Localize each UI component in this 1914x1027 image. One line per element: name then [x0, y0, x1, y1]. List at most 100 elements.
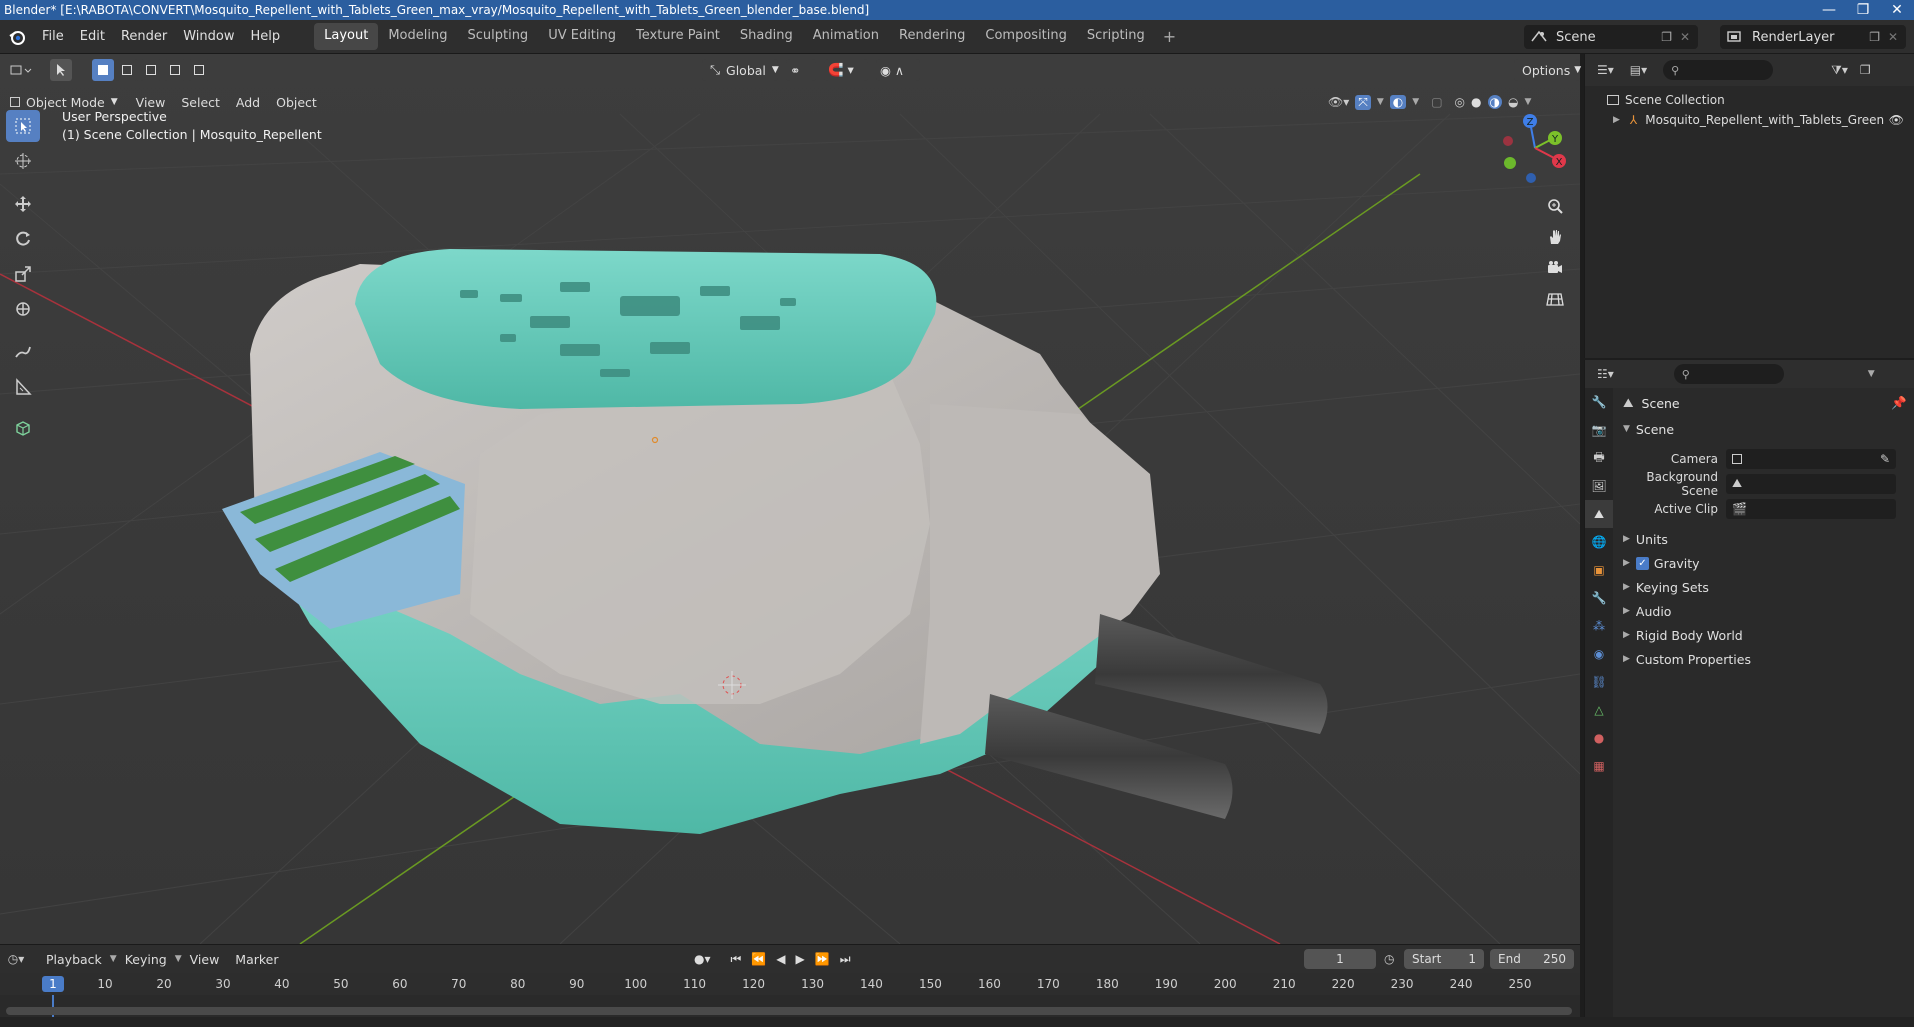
shading-chevron-icon[interactable]: ▼	[1524, 97, 1531, 107]
measure-tool-icon[interactable]	[6, 371, 40, 403]
close-button[interactable]: ✕	[1880, 0, 1914, 20]
snap-toggle[interactable]: 🧲 ▾	[824, 59, 868, 81]
units-panel-header[interactable]: ▶ Units	[1615, 527, 1914, 551]
tab-shading[interactable]: Shading	[730, 23, 803, 50]
particles-tab-icon[interactable]: ⁂	[1585, 612, 1613, 640]
scale-tool-icon[interactable]	[6, 258, 40, 290]
constraints-tab-icon[interactable]: ⛓	[1585, 668, 1613, 696]
texture-tab-icon[interactable]: ▦	[1585, 752, 1613, 780]
custom-properties-panel-header[interactable]: ▶ Custom Properties	[1615, 647, 1914, 671]
outliner-scene-collection[interactable]: Scene Collection	[1585, 90, 1914, 110]
move-tool-icon[interactable]	[6, 188, 40, 220]
outliner-item[interactable]: ▶ ⅄ Mosquito_Repellent_with_Tablets_Gree…	[1585, 110, 1914, 130]
display-mode-icon[interactable]: ▤▾	[1630, 63, 1647, 77]
scene-selector[interactable]: Scene ❐ ✕	[1524, 25, 1698, 49]
select-invert-icon[interactable]	[164, 59, 186, 81]
modifier-tab-icon[interactable]: 🔧	[1585, 584, 1613, 612]
tool-tab-icon[interactable]: 🔧	[1585, 388, 1613, 416]
camera-field[interactable]: ✎	[1726, 448, 1896, 469]
play-icon[interactable]: ▶	[796, 952, 805, 966]
eye-icon[interactable]: 👁	[1889, 113, 1904, 127]
view-layer-tab-icon[interactable]: 🖼	[1585, 472, 1613, 500]
delete-render-layer-icon[interactable]: ✕	[1888, 30, 1898, 44]
world-tab-icon[interactable]: 🌐	[1585, 528, 1613, 556]
tl-menu-playback[interactable]: Playback	[38, 952, 110, 967]
add-workspace-button[interactable]: +	[1155, 23, 1184, 50]
new-render-layer-icon[interactable]: ❐	[1869, 30, 1880, 44]
properties-editor-type-icon[interactable]: ☷▾	[1597, 367, 1614, 381]
output-tab-icon[interactable]: 🖶	[1585, 444, 1613, 472]
zoom-icon[interactable]	[1541, 192, 1569, 220]
timeline-scrollbar[interactable]	[6, 1007, 1572, 1015]
transform-tool-icon[interactable]	[6, 293, 40, 325]
visibility-icon[interactable]: 👁▾	[1328, 95, 1349, 109]
tab-animation[interactable]: Animation	[803, 23, 889, 50]
chevron-down-icon[interactable]: ▼	[1868, 369, 1875, 379]
wireframe-shading-icon[interactable]: ◎	[1455, 95, 1465, 109]
menu-edit[interactable]: Edit	[72, 29, 113, 44]
delete-scene-icon[interactable]: ✕	[1680, 30, 1690, 44]
gravity-checkbox[interactable]: ✓	[1635, 556, 1649, 570]
select-tool-icon[interactable]	[50, 59, 72, 81]
rendered-shading-icon[interactable]: ◒	[1508, 95, 1518, 109]
solid-shading-icon[interactable]: ●	[1471, 95, 1481, 109]
end-frame-field[interactable]: End 250	[1490, 949, 1574, 969]
current-frame-marker[interactable]: 1	[42, 976, 64, 992]
add-cube-tool-icon[interactable]	[6, 412, 40, 444]
navigation-gizmo[interactable]: Z Y X	[1490, 108, 1580, 198]
record-icon[interactable]: ●▾	[694, 952, 711, 966]
audio-panel-header[interactable]: ▶ Audio	[1615, 599, 1914, 623]
select-intersect-icon[interactable]	[188, 59, 210, 81]
annotate-tool-icon[interactable]	[6, 336, 40, 368]
3d-viewport[interactable]	[0, 54, 1580, 944]
new-collection-icon[interactable]: ❐	[1860, 63, 1871, 77]
tab-rendering[interactable]: Rendering	[889, 23, 975, 50]
tl-menu-marker[interactable]: Marker	[227, 952, 286, 967]
transform-orientation-dropdown[interactable]: ⤡ Global ▼	[702, 59, 779, 81]
render-layer-selector[interactable]: RenderLayer ❐ ✕	[1720, 25, 1906, 49]
scene-panel-header[interactable]: ▼ Scene	[1615, 418, 1914, 440]
gravity-panel-header[interactable]: ▶ ✓ Gravity	[1615, 551, 1914, 575]
prev-keyframe-icon[interactable]: ⏪	[751, 952, 766, 966]
perspective-grid-icon[interactable]	[1541, 285, 1569, 313]
select-box-tool-icon[interactable]	[6, 110, 40, 142]
blender-logo-icon[interactable]	[4, 24, 30, 50]
render-tab-icon[interactable]: 📷	[1585, 416, 1613, 444]
new-scene-icon[interactable]: ❐	[1661, 30, 1672, 44]
select-extend-icon[interactable]	[116, 59, 138, 81]
jump-end-icon[interactable]: ⏭	[840, 952, 851, 967]
next-keyframe-icon[interactable]: ⏩	[815, 952, 830, 966]
properties-search-input[interactable]: ⚲	[1673, 364, 1784, 384]
active-clip-field[interactable]: 🎬	[1726, 498, 1896, 519]
xray-toggle-icon[interactable]: ▢	[1431, 95, 1442, 109]
menu-render[interactable]: Render	[113, 29, 175, 44]
current-frame-field[interactable]: 1	[1304, 949, 1376, 969]
camera-view-icon[interactable]	[1541, 254, 1569, 282]
menu-help[interactable]: Help	[243, 29, 289, 44]
rigid-body-world-panel-header[interactable]: ▶ Rigid Body World	[1615, 623, 1914, 647]
editor-type-button[interactable]	[4, 63, 38, 77]
menu-window[interactable]: Window	[175, 29, 242, 44]
maximize-button[interactable]: ❐	[1846, 0, 1880, 20]
tab-texture-paint[interactable]: Texture Paint	[626, 23, 730, 50]
menu-file[interactable]: File	[34, 29, 72, 44]
keying-sets-panel-header[interactable]: ▶ Keying Sets	[1615, 575, 1914, 599]
outliner-editor-type-icon[interactable]: ☰▾	[1597, 63, 1614, 77]
timeline-ruler[interactable]: 1 10 20 30 40 50 60 70 80 90 100 110 120 130 140 150 160…	[0, 973, 1580, 995]
select-new-icon[interactable]	[92, 59, 114, 81]
proportional-edit-toggle[interactable]: ◉ ∧	[876, 59, 920, 81]
pivot-point-dropdown[interactable]: ⚭	[786, 59, 816, 81]
tab-layout[interactable]: Layout	[314, 23, 379, 50]
jump-start-icon[interactable]: ⏮	[731, 952, 742, 967]
outliner-search-input[interactable]: ⚲	[1663, 60, 1774, 80]
scene-tab-icon[interactable]: ⛰	[1585, 500, 1613, 528]
tab-compositing[interactable]: Compositing	[975, 23, 1077, 50]
tab-uv-editing[interactable]: UV Editing	[538, 23, 626, 50]
pan-hand-icon[interactable]	[1541, 223, 1569, 251]
select-subtract-icon[interactable]	[140, 59, 162, 81]
start-frame-field[interactable]: Start 1	[1404, 949, 1484, 969]
tab-scripting[interactable]: Scripting	[1077, 23, 1155, 50]
overlay-toggle-icon[interactable]: ◐	[1389, 95, 1407, 109]
background-scene-field[interactable]: ⛰	[1726, 473, 1896, 494]
material-shading-icon[interactable]: ◑	[1487, 95, 1502, 109]
